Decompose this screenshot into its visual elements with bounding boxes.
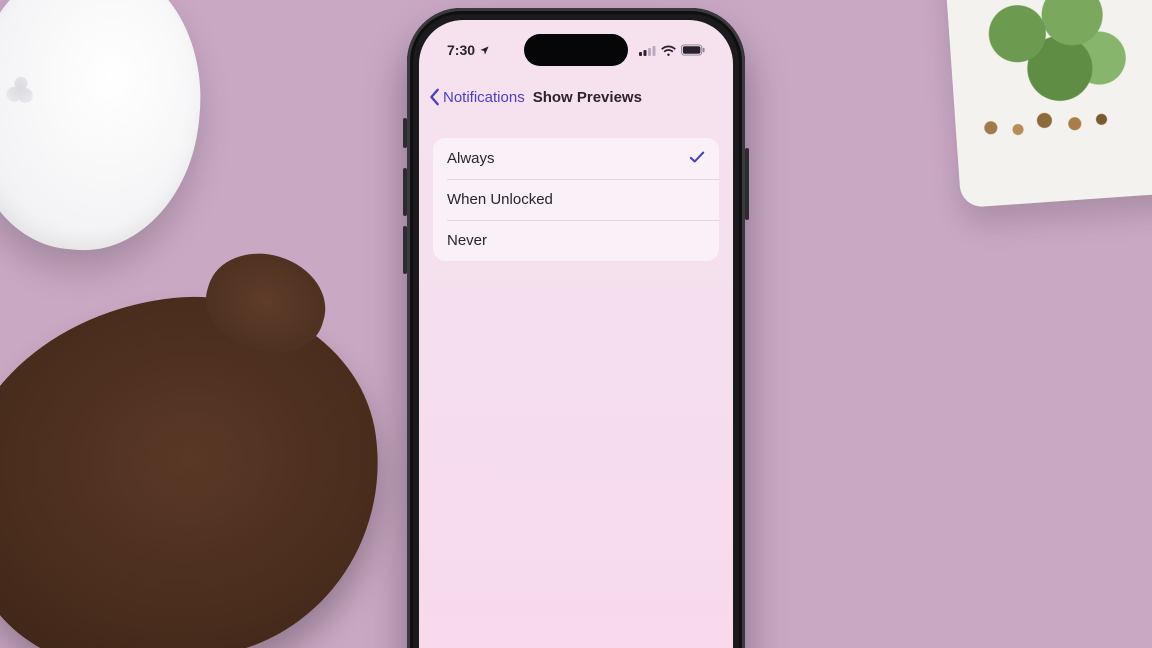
status-bar-right [639, 44, 705, 56]
status-bar-left: 7:30 [447, 42, 490, 58]
page-title: Show Previews [533, 89, 642, 106]
option-never[interactable]: Never [433, 220, 719, 261]
chevron-left-icon [429, 88, 441, 106]
status-time: 7:30 [447, 42, 475, 58]
phone-mute-switch [403, 118, 407, 148]
location-arrow-icon [479, 45, 490, 56]
back-button[interactable]: Notifications [427, 84, 527, 110]
phone-side-button [745, 148, 749, 220]
status-bar: 7:30 [419, 38, 733, 62]
desk-planter-prop [943, 0, 1152, 208]
phone-screen: 7:30 [419, 20, 733, 648]
back-button-label: Notifications [443, 89, 525, 106]
cellular-signal-icon [639, 45, 656, 56]
battery-icon [681, 44, 705, 56]
wifi-icon [661, 45, 676, 56]
phone-device: 7:30 [407, 8, 745, 648]
checkmark-icon [689, 150, 705, 168]
navigation-bar: Notifications Show Previews [419, 80, 733, 114]
option-label: Never [447, 232, 487, 249]
option-label: When Unlocked [447, 191, 553, 208]
phone-volume-down [403, 226, 407, 274]
desk-mouse-prop [0, 0, 215, 261]
hand-prop [0, 273, 403, 648]
option-always[interactable]: Always [433, 138, 719, 179]
option-when-unlocked[interactable]: When Unlocked [433, 179, 719, 220]
phone-volume-up [403, 168, 407, 216]
show-previews-options: Always When Unlocked Never [433, 138, 719, 261]
option-label: Always [447, 150, 495, 167]
